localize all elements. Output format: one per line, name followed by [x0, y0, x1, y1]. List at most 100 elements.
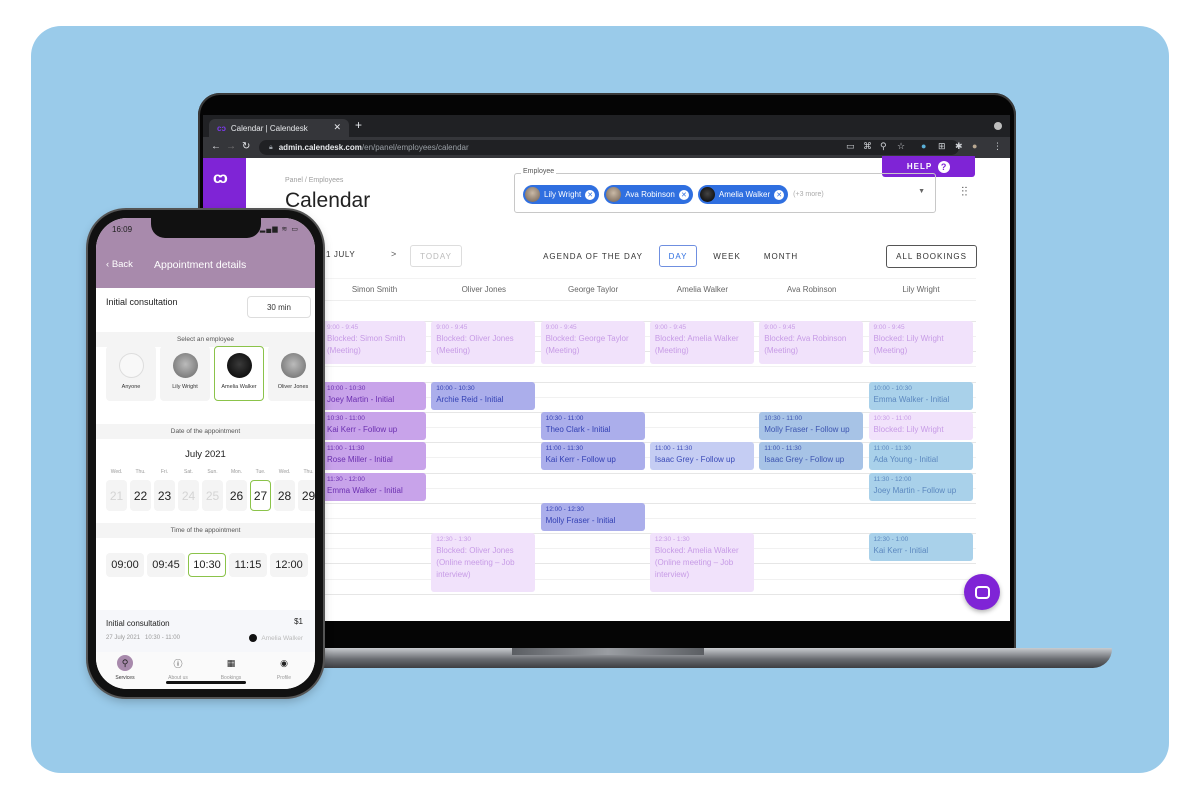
employee-chip[interactable]: Ava Robinson ✕: [604, 185, 693, 204]
blocked-slot[interactable]: 10:30 - 11:00 Blocked: Lily Wright: [868, 411, 973, 441]
booking-event[interactable]: 10:30 - 11:00 Theo Clark - Initial: [540, 411, 645, 441]
day-number: 22: [130, 480, 151, 511]
event-label: Kai Kerr - Initial: [873, 546, 929, 556]
mobile-tab-services[interactable]: ⚲ Services: [100, 655, 150, 681]
today-button[interactable]: TODAY: [410, 245, 462, 267]
duration-select[interactable]: 30 min: [247, 296, 311, 318]
zoom-icon[interactable]: ⚲: [880, 141, 887, 152]
blocked-slot[interactable]: 9:00 - 9:45 Blocked: Oliver Jones (Meetin…: [431, 321, 536, 365]
booking-event[interactable]: 12:00 - 12:30 Molly Fraser - Initial: [540, 502, 645, 532]
agenda-view-button[interactable]: AGENDA OF THE DAY: [543, 245, 643, 267]
blocked-slot[interactable]: 12:30 - 1:30 Blocked: Oliver Jones (Onlin…: [431, 533, 536, 592]
week-view-button[interactable]: WEEK: [709, 245, 745, 267]
back-arrow-icon[interactable]: ←: [211, 141, 221, 152]
event-time: 11:30 - 12:00: [327, 475, 365, 483]
extension-grid-icon[interactable]: ⊞: [938, 141, 946, 152]
booking-event[interactable]: 11:30 - 12:00 Emma Walker - Initial: [322, 472, 426, 501]
booking-event[interactable]: 12:30 - 1:00 Kai Kerr - Initial: [868, 533, 973, 562]
filter-sliders-icon[interactable]: ⫶⫶: [961, 184, 968, 200]
booking-event[interactable]: 10:30 - 11:00 Kai Kerr - Follow up: [322, 411, 426, 441]
date-option[interactable]: Fri. 23: [154, 469, 175, 511]
booking-event[interactable]: 10:00 - 10:30 Archie Reid - Initial: [431, 381, 536, 410]
mobile-tab-profile[interactable]: ◉ Profile: [259, 655, 309, 682]
extension-icon[interactable]: ●: [921, 141, 926, 151]
info-icon: ⓘ: [173, 658, 183, 669]
remove-chip-icon[interactable]: ✕: [774, 189, 785, 200]
event-time: 9:00 - 9:45: [654, 324, 686, 331]
date-option[interactable]: Thu. 29: [298, 469, 315, 511]
tab-title: Calendar | Calendesk: [230, 123, 308, 133]
booking-event[interactable]: 11:00 - 11:30 Kai Kerr - Follow up: [540, 442, 645, 471]
search-icon: ⚲: [117, 655, 133, 671]
booking-event[interactable]: 11:30 - 12:00 Joey Martin - Follow up: [868, 472, 973, 501]
close-tab-icon[interactable]: ✕: [333, 122, 341, 133]
forward-arrow-icon[interactable]: →: [226, 141, 236, 152]
home-indicator[interactable]: [166, 681, 246, 684]
employee-chip[interactable]: Amelia Walker ✕: [697, 185, 789, 204]
date-option[interactable]: Thu. 22: [130, 469, 151, 511]
event-label: Isaac Grey - Follow up: [654, 455, 735, 465]
blocked-slot[interactable]: 9:00 - 9:45 Blocked: George Taylor (Meeti…: [540, 321, 645, 365]
puzzle-icon[interactable]: ✱: [955, 141, 963, 152]
blocked-slot[interactable]: 9:00 - 9:45 Blocked: Ava Robinson (Meetin…: [759, 321, 864, 365]
remove-chip-icon[interactable]: ✕: [585, 189, 596, 200]
booking-event[interactable]: 11:00 - 11:30 Rose Miller - Initial: [322, 442, 426, 471]
browser-tab[interactable]: cↄ Calendar | Calendesk ✕: [209, 119, 349, 137]
column-header: Amelia Walker: [676, 285, 729, 294]
employee-card[interactable]: Lily Wright: [160, 346, 210, 401]
employee-card[interactable]: Oliver Jones: [268, 346, 315, 401]
employee-select[interactable]: Employee Lily Wright ✕ Ava Robinson ✕ Am…: [514, 168, 936, 213]
chat-button[interactable]: [964, 574, 1000, 610]
summary-datetime: 27 July 2021 10:30 - 11:00: [106, 635, 180, 641]
weekday-label: Thu.: [303, 469, 314, 475]
all-bookings-button[interactable]: ALL BOOKINGS: [886, 245, 977, 268]
employee-card[interactable]: Anyone: [106, 346, 156, 401]
calendesk-logo-icon[interactable]: cↄ: [213, 170, 228, 188]
kebab-menu-icon[interactable]: ⋮: [993, 141, 1002, 152]
select-employee-heading: Select an employee: [96, 332, 315, 347]
next-day-button[interactable]: >: [391, 249, 396, 259]
mobile-tab-about-us[interactable]: ⓘ About us: [153, 655, 203, 682]
event-label: Blocked: Ava Robinson (Meeting): [764, 334, 847, 355]
time-slot[interactable]: 09:45: [147, 553, 185, 577]
dropdown-arrow-icon[interactable]: ▼: [918, 188, 925, 195]
window-menu-icon[interactable]: [994, 122, 1002, 130]
day-view-button[interactable]: DAY: [659, 245, 697, 267]
event-time: 11:30 - 12:00: [873, 475, 912, 483]
blocked-slot[interactable]: 9:00 - 9:45 Blocked: Lily Wright (Meeting…: [868, 321, 973, 365]
booking-event[interactable]: 11:00 - 11:30 Isaac Grey - Follow up: [649, 442, 754, 471]
booking-event[interactable]: 10:00 - 10:30 Emma Walker - Initial: [868, 381, 973, 410]
time-slot[interactable]: 10:30: [188, 553, 226, 577]
booking-event[interactable]: 10:00 - 10:30 Joey Martin - Initial: [322, 381, 426, 410]
booking-event[interactable]: 11:00 - 11:30 Isaac Grey - Follow up: [759, 442, 864, 471]
event-label: Molly Fraser - Initial: [545, 515, 616, 525]
blocked-slot[interactable]: 12:30 - 1:30 Blocked: Amelia Walker (Onli…: [649, 533, 754, 592]
summary-title: Initial consultation: [106, 619, 170, 628]
remove-chip-icon[interactable]: ✕: [678, 189, 689, 200]
qr-icon[interactable]: ⌘: [863, 141, 872, 152]
reload-icon[interactable]: ↻: [242, 141, 250, 152]
blocked-slot[interactable]: 9:00 - 9:45 Blocked: Simon Smith (Meeting…: [322, 321, 426, 365]
time-slot[interactable]: 12:00: [270, 553, 308, 577]
employee-chip[interactable]: Lily Wright ✕: [523, 185, 600, 204]
date-option[interactable]: Wed. 28: [274, 469, 295, 511]
profile-avatar-icon[interactable]: ●: [972, 141, 977, 151]
booking-event[interactable]: 11:00 - 11:30 Ada Young - Initial: [868, 442, 973, 471]
date-option[interactable]: Mon. 26: [226, 469, 247, 511]
time-slot[interactable]: 11:15: [229, 553, 267, 577]
event-time: 11:00 - 11:30: [654, 445, 693, 453]
mobile-tab-bookings[interactable]: ▦ Bookings: [206, 655, 256, 682]
day-number: 27: [250, 480, 271, 511]
time-slot[interactable]: 09:00: [106, 553, 144, 577]
back-button[interactable]: ‹ Back: [106, 259, 133, 270]
date-option[interactable]: Tue. 27: [250, 469, 271, 511]
cast-icon[interactable]: ▭: [846, 141, 855, 152]
grid-line: [320, 366, 976, 368]
employee-card[interactable]: Amelia Walker: [214, 346, 264, 401]
month-view-button[interactable]: MONTH: [761, 245, 801, 267]
breadcrumb[interactable]: Panel / Employees: [285, 177, 343, 184]
booking-event[interactable]: 10:30 - 11:00 Molly Fraser - Follow up: [759, 411, 864, 441]
blocked-slot[interactable]: 9:00 - 9:45 Blocked: Amelia Walker (Meeti…: [649, 321, 754, 365]
bookmark-star-icon[interactable]: ☆: [897, 141, 905, 152]
new-tab-button[interactable]: +: [355, 118, 362, 132]
